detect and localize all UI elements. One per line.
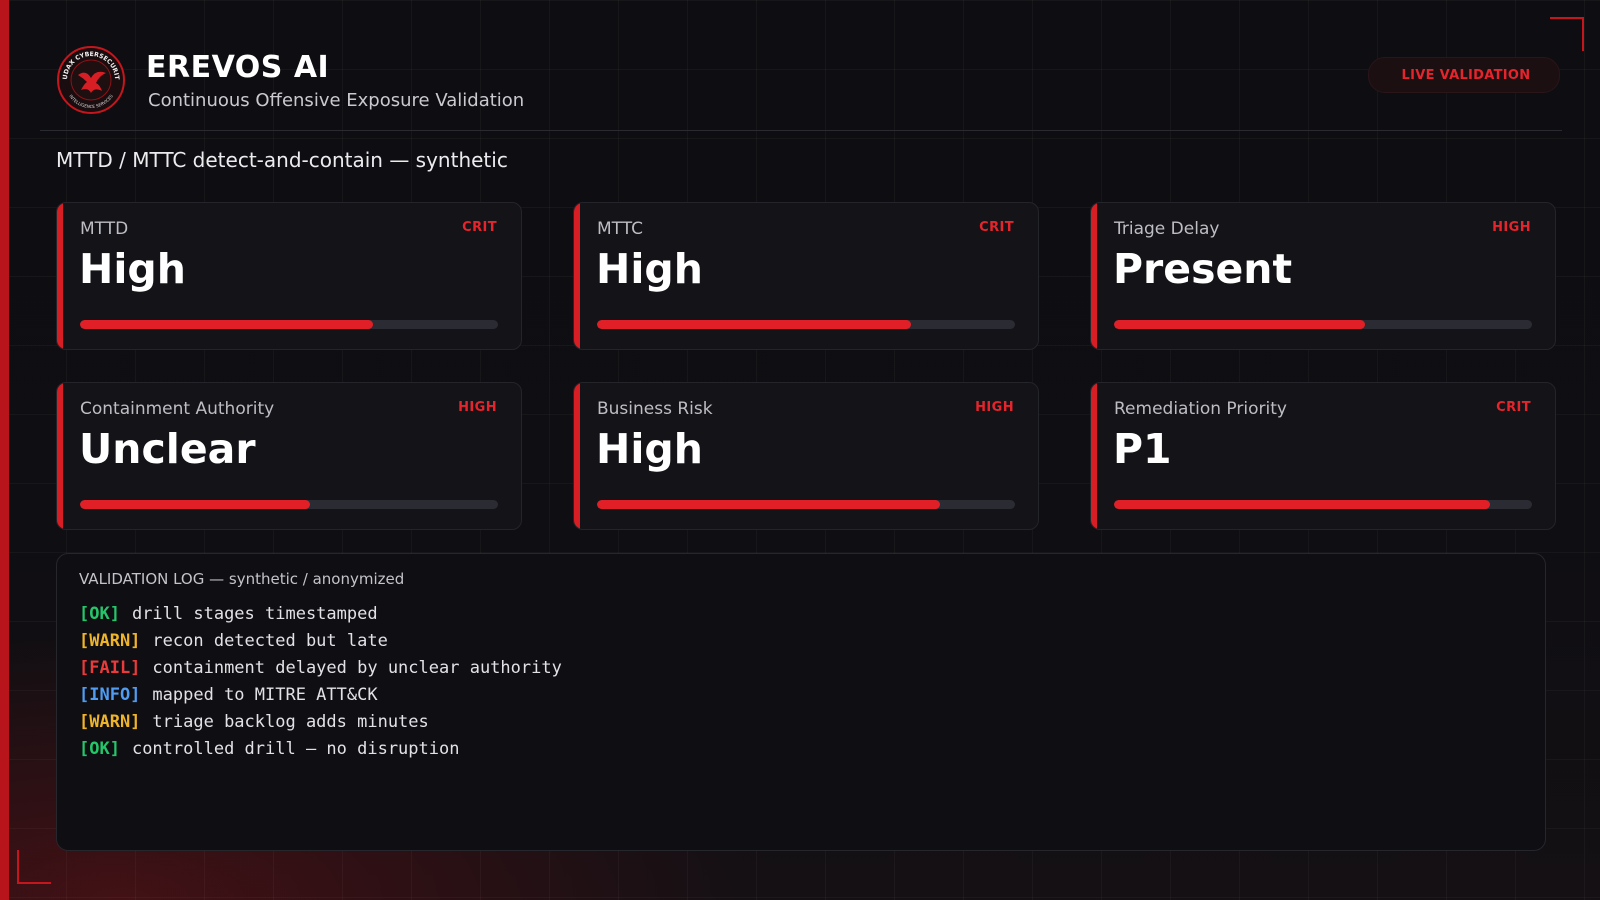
severity-badge: HIGH [1492, 220, 1531, 235]
metric-card-mttd: MTTD CRIT High [56, 202, 522, 350]
log-entry: [WARN] triage backlog adds minutes [79, 709, 562, 736]
metric-card-containment-authority: Containment Authority HIGH Unclear [56, 382, 522, 530]
live-validation-badge: LIVE VALIDATION [1368, 57, 1560, 93]
log-entry: [WARN] recon detected but late [79, 628, 562, 655]
metric-value: High [596, 245, 703, 293]
metric-card-business-risk: Business Risk HIGH High [573, 382, 1039, 530]
metric-label: Business Risk [597, 399, 713, 419]
log-message: triage backlog adds minutes [152, 712, 429, 732]
risk-level-fill [597, 500, 940, 509]
risk-level-bar [80, 320, 498, 329]
risk-level-fill [597, 320, 911, 329]
log-entry: [FAIL] containment delayed by unclear aut… [79, 655, 562, 682]
metric-label: Containment Authority [80, 399, 275, 419]
metric-label: Remediation Priority [1114, 399, 1287, 419]
metric-card-remediation-priority: Remediation Priority CRIT P1 [1090, 382, 1556, 530]
log-entry: [INFO] mapped to MITRE ATT&CK [79, 682, 562, 709]
metric-label: Triage Delay [1114, 219, 1220, 239]
log-message: recon detected but late [152, 631, 388, 651]
risk-level-bar [597, 320, 1015, 329]
severity-badge: HIGH [975, 400, 1014, 415]
log-message: drill stages timestamped [131, 604, 378, 624]
validation-log-list: [OK] drill stages timestamped [WARN] recon … [79, 601, 562, 763]
risk-level-bar [1114, 500, 1532, 509]
risk-level-bar [80, 500, 498, 509]
left-accent-bar [0, 0, 9, 900]
metric-value: Present [1113, 245, 1293, 293]
log-tag-warn: [WARN] [79, 712, 141, 732]
log-message: containment delayed by unclear authority [152, 658, 562, 678]
severity-badge: CRIT [1496, 400, 1531, 415]
log-tag-warn: [WARN] [79, 631, 141, 651]
severity-badge: CRIT [462, 220, 497, 235]
risk-level-fill [1114, 320, 1365, 329]
app-title: EREVOS AI [146, 50, 330, 85]
audax-logo: AUDAX CYBERSECURITY INTELLIGENCE SERVICE… [53, 40, 126, 115]
log-message: mapped to MITRE ATT&CK [152, 685, 378, 705]
risk-level-fill [1114, 500, 1491, 509]
validation-log-panel: VALIDATION LOG — synthetic / anonymized … [56, 553, 1546, 851]
severity-badge: HIGH [458, 400, 497, 415]
metric-label: MTTD [80, 219, 129, 239]
log-entry: [OK] controlled drill — no disruption [79, 736, 562, 763]
risk-level-bar [1114, 320, 1532, 329]
metric-card-mttc: MTTC CRIT High [573, 202, 1039, 350]
risk-level-fill [80, 500, 310, 509]
metric-value: High [596, 425, 703, 473]
validation-log-title: VALIDATION LOG — synthetic / anonymized [79, 570, 405, 588]
metric-label: MTTC [597, 219, 644, 239]
log-tag-ok: [OK] [79, 739, 120, 759]
metric-value: P1 [1113, 425, 1172, 473]
severity-badge: CRIT [979, 220, 1014, 235]
section-title: MTTD / MTTC detect-and-contain — synthet… [56, 148, 508, 172]
metric-value: High [79, 245, 186, 293]
risk-level-fill [80, 320, 373, 329]
metric-value: Unclear [79, 425, 256, 473]
corner-bracket-bottom-left [17, 850, 51, 884]
header: AUDAX CYBERSECURITY INTELLIGENCE SERVICE… [40, 40, 1562, 131]
app-subtitle: Continuous Offensive Exposure Validation [148, 90, 525, 111]
risk-level-bar [597, 500, 1015, 509]
metric-card-triage-delay: Triage Delay HIGH Present [1090, 202, 1556, 350]
log-tag-ok: [OK] [79, 604, 120, 624]
log-entry: [OK] drill stages timestamped [79, 601, 562, 628]
log-message: controlled drill — no disruption [131, 739, 460, 759]
live-validation-label: LIVE VALIDATION [1401, 67, 1531, 83]
log-tag-fail: [FAIL] [79, 658, 141, 678]
log-tag-info: [INFO] [79, 685, 141, 705]
